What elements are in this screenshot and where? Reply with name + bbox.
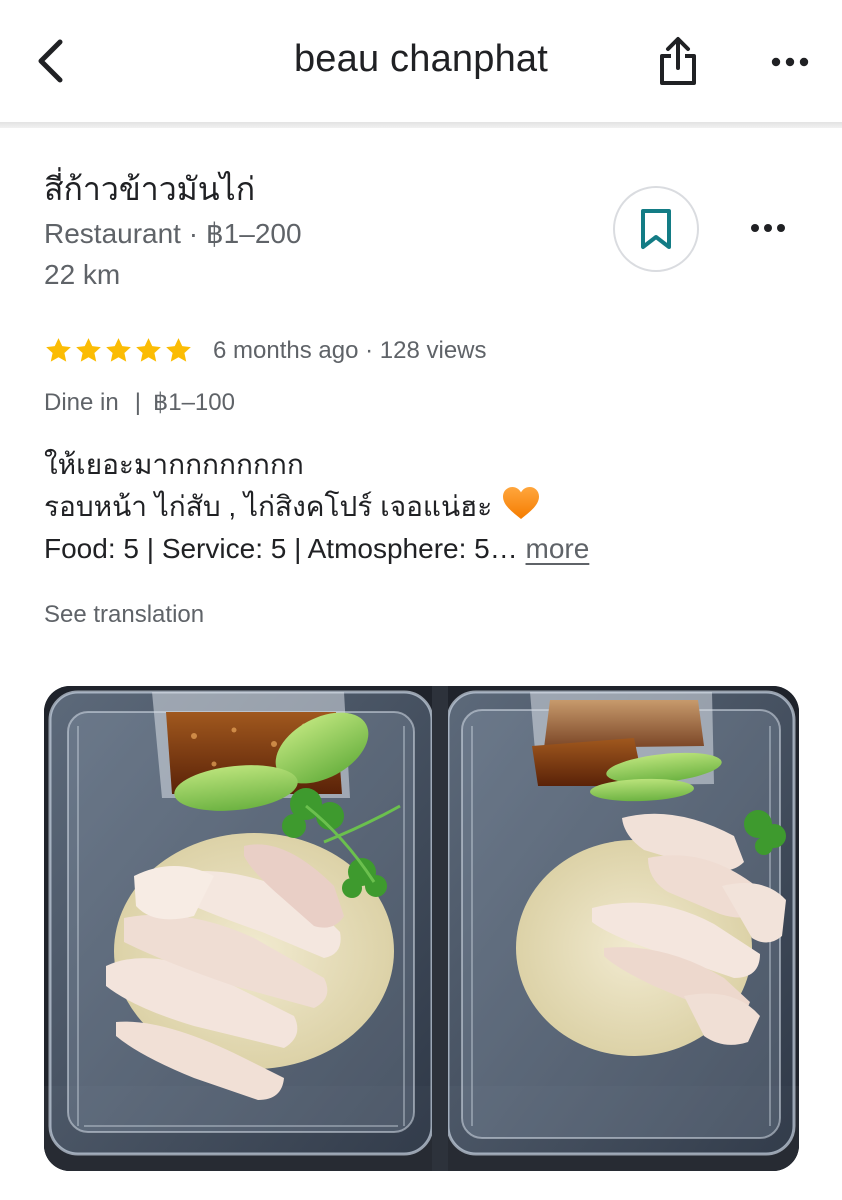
place-meta: Restaurant · ฿1–200	[44, 217, 302, 250]
orange-heart-icon	[503, 487, 540, 519]
share-button[interactable]	[652, 33, 704, 89]
atmosphere-score: 5…	[474, 533, 518, 564]
more-options-button[interactable]	[764, 40, 816, 84]
star-icon	[46, 338, 71, 362]
review-views: 128 views	[379, 336, 487, 364]
place-price-range: ฿1–200	[205, 218, 302, 249]
review-line-1: ให้เยอะมากกกกกกกก	[44, 449, 304, 480]
see-translation-link[interactable]: See translation	[44, 601, 204, 629]
service-label: Service	[161, 533, 256, 564]
place-category: Restaurant	[44, 218, 181, 249]
save-place-button[interactable]	[613, 186, 699, 272]
rating-row: 6 months ago · 128 views	[44, 336, 487, 365]
place-more-button[interactable]	[744, 206, 792, 250]
more-horizontal-icon	[771, 57, 809, 67]
star-icon	[166, 338, 191, 362]
star-rating	[44, 336, 193, 365]
header-divider	[0, 122, 842, 128]
service-score: 5	[270, 533, 287, 564]
review-time: 6 months ago	[213, 336, 359, 364]
share-icon	[660, 37, 696, 85]
top-app-bar: beau chanphat	[0, 0, 842, 122]
page-title: beau chanphat	[293, 38, 549, 80]
review-line-2-text: รอบหน้า ไก่สับ , ไก่สิงคโปร์ เจอแน่ฮะ	[44, 491, 493, 522]
review-scores: Food: 5 | Service: 5 | Atmosphere: 5… mo…	[44, 533, 590, 564]
service-type: Dine in	[44, 388, 119, 416]
bookmark-icon	[641, 209, 671, 249]
review-photo[interactable]	[44, 686, 799, 1171]
star-icon	[76, 338, 101, 362]
meta-separator: ·	[188, 218, 206, 249]
review-line-2: รอบหน้า ไก่สับ , ไก่สิงคโปร์ เจอแน่ฮะ	[44, 486, 804, 528]
review-meta: 6 months ago · 128 views	[213, 337, 487, 365]
visit-details: Dine in | ฿1–100	[44, 388, 235, 417]
food-score: 5	[123, 533, 139, 564]
detail-separator: |	[134, 388, 141, 416]
star-icon	[136, 338, 161, 362]
price-paid: ฿1–100	[152, 389, 235, 416]
more-horizontal-icon	[751, 224, 785, 232]
review-text: ให้เยอะมากกกกกกกก รอบหน้า ไก่สับ , ไก่สิ…	[44, 444, 804, 570]
star-icon	[106, 338, 131, 362]
place-name[interactable]: สี่ก้าวข้าวมันไก่	[44, 164, 255, 215]
meta-separator: ·	[365, 336, 380, 364]
food-photo-illustration	[44, 686, 799, 1171]
atmosphere-label: Atmosphere	[307, 533, 459, 564]
place-distance: 22 km	[44, 259, 121, 290]
more-link[interactable]: more	[526, 533, 590, 564]
food-label: Food	[44, 533, 108, 564]
